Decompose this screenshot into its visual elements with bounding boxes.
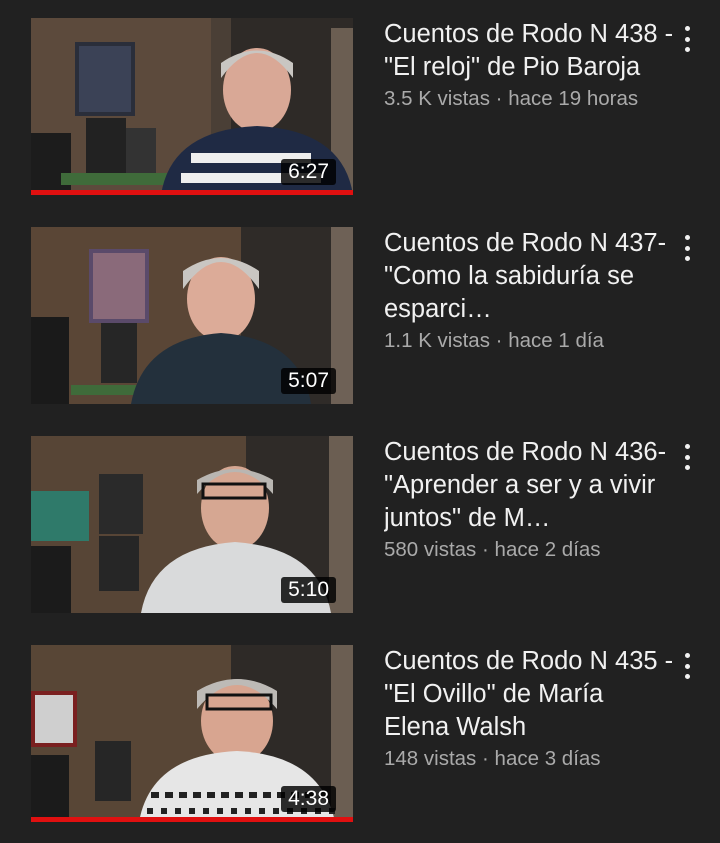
video-meta: 580 vistas · hace 2 días (384, 536, 674, 564)
meta-separator: · (495, 87, 503, 110)
video-title[interactable]: Cuentos de Rodo N 436-"Aprender a ser y … (384, 436, 674, 535)
video-thumbnail[interactable]: 5:10 (31, 436, 353, 613)
view-count: 580 vistas (384, 538, 477, 561)
video-title[interactable]: Cuentos de Rodo N 438 - "El reloj" de Pi… (384, 18, 674, 84)
duration-badge: 5:07 (281, 368, 336, 394)
more-vert-icon[interactable] (675, 442, 699, 472)
video-thumbnail[interactable]: 6:27 (31, 18, 353, 195)
watch-progress-bar (31, 817, 353, 822)
meta-separator: · (482, 538, 489, 561)
video-title[interactable]: Cuentos de Rodo N 435 - "El Ovillo" de M… (384, 645, 674, 744)
view-count: 148 vistas (384, 747, 477, 770)
upload-age: hace 2 días (494, 538, 601, 561)
view-count: 1.1 K vistas (384, 329, 490, 352)
more-vert-icon[interactable] (675, 651, 699, 681)
video-item[interactable]: 5:07 Cuentos de Rodo N 437-"Como la sabi… (0, 227, 720, 405)
meta-separator: · (495, 329, 503, 352)
meta-separator: · (482, 747, 489, 770)
video-item[interactable]: 4:38 Cuentos de Rodo N 435 - "El Ovillo"… (0, 645, 720, 823)
duration-badge: 5:10 (281, 577, 336, 603)
video-title[interactable]: Cuentos de Rodo N 437-"Como la sabiduría… (384, 227, 674, 326)
video-meta: 1.1 K vistas · hace 1 día (384, 327, 674, 355)
video-item[interactable]: 5:10 Cuentos de Rodo N 436-"Aprender a s… (0, 436, 720, 614)
video-info[interactable]: Cuentos de Rodo N 436-"Aprender a ser y … (384, 436, 674, 564)
video-thumbnail[interactable]: 4:38 (31, 645, 353, 822)
watch-progress-bar (31, 190, 353, 195)
upload-age: hace 1 día (508, 329, 604, 352)
video-info[interactable]: Cuentos de Rodo N 438 - "El reloj" de Pi… (384, 18, 674, 113)
view-count: 3.5 K vistas (384, 87, 490, 110)
more-vert-icon[interactable] (675, 24, 699, 54)
upload-age: hace 19 horas (508, 87, 639, 110)
video-info[interactable]: Cuentos de Rodo N 437-"Como la sabiduría… (384, 227, 674, 355)
duration-badge: 6:27 (281, 159, 336, 185)
video-thumbnail[interactable]: 5:07 (31, 227, 353, 404)
video-meta: 148 vistas · hace 3 días (384, 745, 674, 773)
video-item[interactable]: 6:27 Cuentos de Rodo N 438 - "El reloj" … (0, 18, 720, 196)
upload-age: hace 3 días (494, 747, 601, 770)
video-meta: 3.5 K vistas · hace 19 horas (384, 85, 674, 113)
duration-badge: 4:38 (281, 786, 336, 812)
video-info[interactable]: Cuentos de Rodo N 435 - "El Ovillo" de M… (384, 645, 674, 773)
more-vert-icon[interactable] (675, 233, 699, 263)
